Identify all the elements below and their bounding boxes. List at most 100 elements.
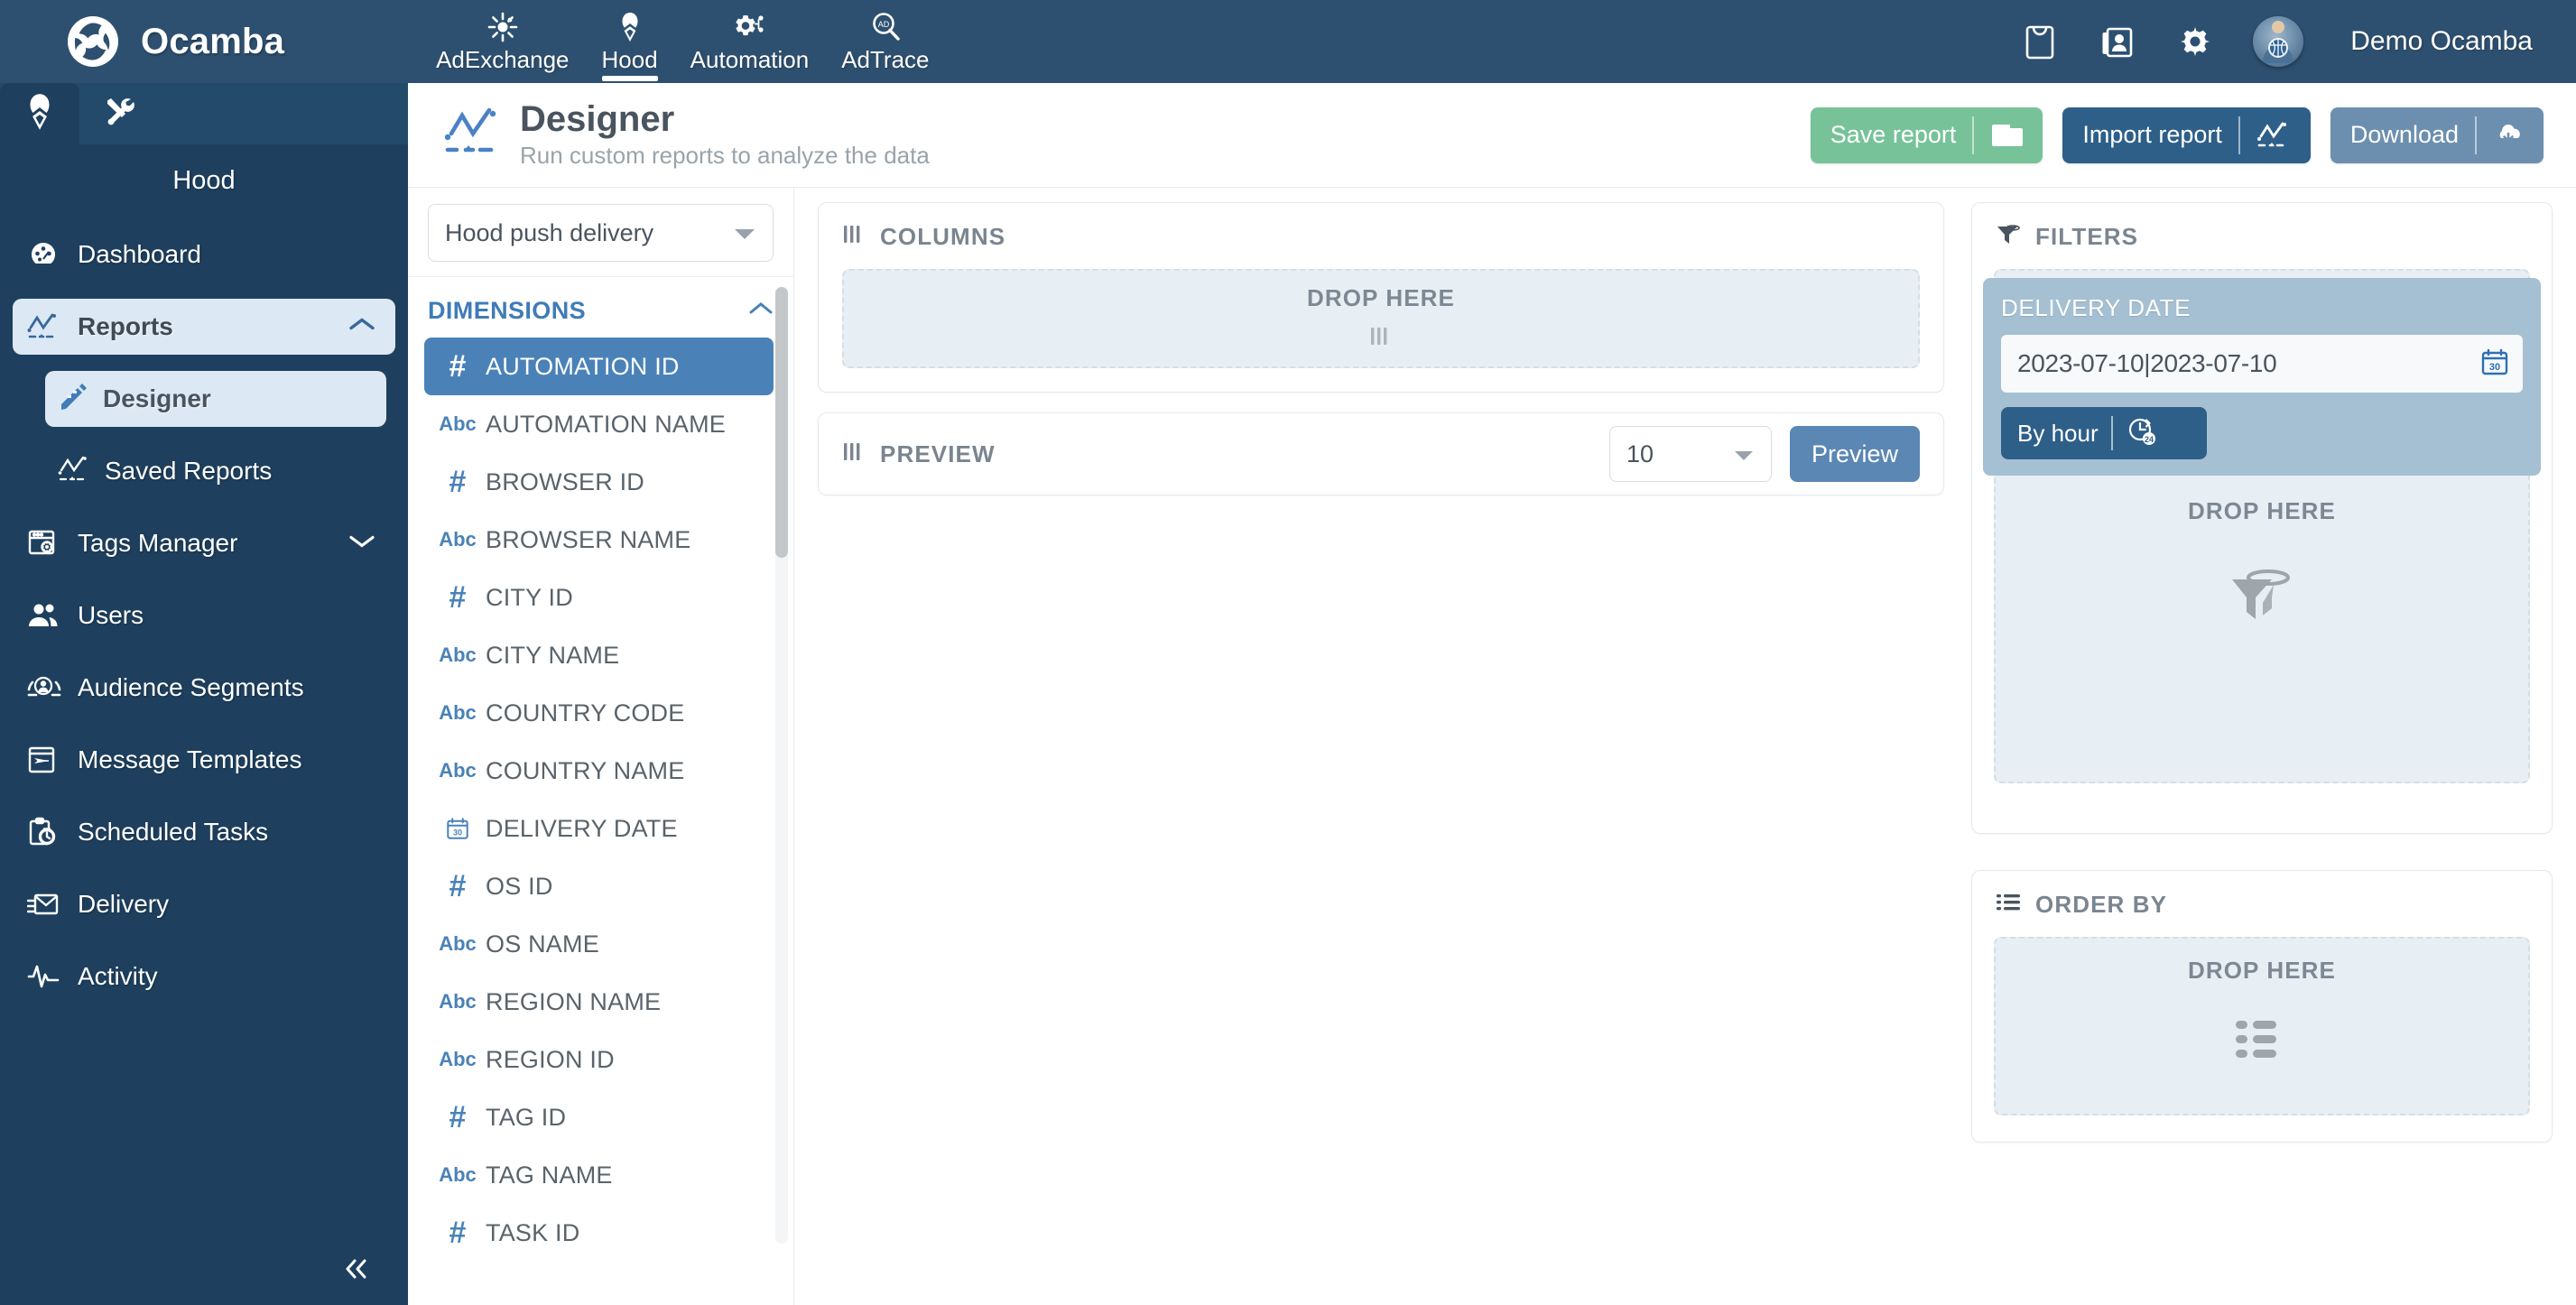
top-bar: Ocamba AdExchange Hood Automation AD AdT… [0, 0, 2576, 83]
sidebar-item-scheduled-tasks[interactable]: Scheduled Tasks [13, 804, 395, 860]
download-label: Download [2349, 121, 2459, 148]
sidebar-item-designer[interactable]: Designer [45, 371, 386, 427]
svg-text:AD: AD [878, 20, 890, 29]
preview-button[interactable]: Preview [1789, 426, 1920, 482]
dimension-item[interactable]: # AUTOMATION ID [424, 338, 774, 395]
columns-icon [842, 223, 866, 251]
chevron-down-icon [1733, 440, 1755, 468]
brand[interactable]: Ocamba [65, 14, 284, 69]
gear-icon[interactable] [2177, 23, 2213, 60]
sidebar-item-label: Scheduled Tasks [78, 818, 269, 846]
adexchange-icon [487, 12, 518, 42]
dimension-item[interactable]: # OS ID [424, 857, 774, 915]
abc-icon: Abc [439, 701, 477, 724]
clock-24-icon: 24 [2126, 415, 2158, 452]
hash-icon: # [449, 1100, 467, 1134]
filter-chip-delivery-date[interactable]: DELIVERY DATE 2023-07-10|2023-07-10 30 B… [1983, 278, 2541, 476]
delivery-date-value: 2023-07-10|2023-07-10 [2017, 349, 2277, 377]
dimension-item[interactable]: Abc CITY NAME [424, 626, 774, 684]
data-source-select[interactable]: Hood push delivery [428, 204, 774, 262]
dimension-item[interactable]: # BROWSER ID [424, 453, 774, 511]
dimension-item[interactable]: Abc REGION NAME [424, 973, 774, 1031]
sidebar-item-message-templates[interactable]: Message Templates [13, 732, 395, 788]
dimension-item-label: CITY ID [486, 583, 573, 611]
download-button[interactable]: Download [2330, 106, 2544, 163]
topnav-item-automation[interactable]: Automation [674, 0, 826, 83]
preview-label: PREVIEW [880, 440, 996, 467]
abc-icon: Abc [439, 1163, 477, 1186]
sidebar-item-label: Audience Segments [78, 673, 304, 701]
dimension-item[interactable]: # TAG ID [424, 1088, 774, 1146]
topnav-label: Hood [601, 46, 658, 73]
dimensions-section-header[interactable]: DIMENSIONS [408, 277, 793, 338]
sidebar-item-activity[interactable]: Activity [13, 949, 395, 1004]
dimension-item-label: DELIVERY DATE [486, 814, 678, 842]
dimensions-list[interactable]: # AUTOMATION ID Abc AUTOMATION NAME # BROWSER… [408, 338, 793, 1305]
sidebar-item-users[interactable]: Users [13, 588, 395, 643]
chevron-up-icon[interactable] [748, 301, 774, 321]
dimension-item[interactable]: # CITY ID [424, 569, 774, 626]
topnav-item-hood[interactable]: Hood [586, 0, 674, 83]
sidebar-collapse-button[interactable] [0, 1236, 408, 1305]
dimension-item[interactable]: Abc BROWSER NAME [424, 511, 774, 569]
source-select-wrap: Hood push delivery [408, 188, 793, 277]
sidebar-tab-tools[interactable] [79, 83, 159, 144]
columns-drop-text: DROP HERE [1306, 284, 1455, 311]
page-header: Designer Run custom reports to analyze t… [408, 83, 2576, 188]
contacts-icon[interactable] [2098, 22, 2137, 61]
sidebar-item-label: Reports [78, 312, 173, 340]
user-name[interactable]: Demo Ocamba [2350, 26, 2533, 57]
topnav-item-adexchange[interactable]: AdExchange [420, 0, 585, 83]
sidebar-item-label: Delivery [78, 890, 170, 918]
abc-icon: Abc [439, 528, 477, 551]
filters-card: FILTERS DELIVERY DATE 2023-07-10|2023-07… [1971, 202, 2553, 834]
columns-label: COLUMNS [880, 223, 1006, 250]
filters-drop-area[interactable]: DROP HERE [2188, 497, 2336, 631]
hood-icon [616, 12, 644, 42]
topnav-item-adtrace[interactable]: AD AdTrace [825, 0, 945, 83]
columns-dropzone[interactable]: DROP HERE [842, 269, 1920, 368]
dimension-item[interactable]: Abc COUNTRY CODE [424, 684, 774, 742]
scheduled-tasks-icon [27, 817, 69, 847]
sidebar-item-dashboard[interactable]: Dashboard [13, 227, 395, 282]
dimension-item[interactable]: Abc AUTOMATION NAME [424, 395, 774, 453]
topnav-label: Automation [690, 46, 810, 73]
dimension-item[interactable]: Abc TAG NAME [424, 1146, 774, 1204]
preview-rows-select[interactable]: 10 [1608, 426, 1772, 482]
topnav-label: AdTrace [841, 46, 930, 73]
sidebar-item-delivery[interactable]: Delivery [13, 876, 395, 932]
sidebar-item-audience-segments[interactable]: Audience Segments [13, 660, 395, 716]
scrollbar-thumb[interactable] [775, 287, 788, 558]
columns-card-header: COLUMNS [819, 203, 1943, 260]
sidebar-item-label: Tags Manager [78, 529, 238, 557]
sidebar-item-saved-reports[interactable]: Saved Reports [45, 443, 386, 499]
dimension-item[interactable]: Abc OS NAME [424, 915, 774, 973]
calendar-icon[interactable]: 30 [2479, 347, 2510, 382]
dimension-item[interactable]: # TASK ID [424, 1204, 774, 1262]
granularity-button[interactable]: By hour 24 [2001, 407, 2207, 459]
svg-text:24: 24 [2145, 435, 2154, 444]
tools-tab-icon [101, 94, 137, 134]
dimension-item-label: TAG NAME [486, 1161, 613, 1189]
filters-dropzone[interactable]: DELIVERY DATE 2023-07-10|2023-07-10 30 B… [1983, 269, 2541, 783]
audience-segments-icon [27, 673, 69, 702]
import-report-button[interactable]: Import report [2062, 106, 2311, 163]
dimension-item[interactable]: 30 DELIVERY DATE [424, 800, 774, 857]
delivery-date-input[interactable]: 2023-07-10|2023-07-10 30 [2001, 335, 2523, 393]
dimension-item-label: COUNTRY NAME [486, 756, 685, 784]
sidebar-tab-hood[interactable] [0, 83, 79, 144]
sidebar-item-tags-manager[interactable]: Tags Manager [13, 515, 395, 571]
dimension-item[interactable]: Abc REGION ID [424, 1031, 774, 1088]
avatar[interactable] [2253, 16, 2304, 67]
dimensions-scrollbar[interactable] [775, 287, 788, 1244]
funnel-icon [1996, 223, 2021, 251]
workspace: Hood push delivery DIMENSIONS # AUTOMATIO… [408, 188, 2576, 1305]
dimension-item[interactable]: Abc COUNTRY NAME [424, 742, 774, 800]
save-report-button[interactable]: Save report [1810, 106, 2043, 163]
dimension-item-label: AUTOMATION ID [486, 352, 680, 380]
shopping-bag-icon[interactable] [2022, 22, 2058, 61]
orderby-dropzone[interactable]: DROP HERE [1994, 937, 2530, 1115]
dimension-item-label: BROWSER ID [486, 467, 645, 495]
funnel-icon [2188, 563, 2336, 631]
sidebar-item-reports[interactable]: Reports [13, 299, 395, 355]
